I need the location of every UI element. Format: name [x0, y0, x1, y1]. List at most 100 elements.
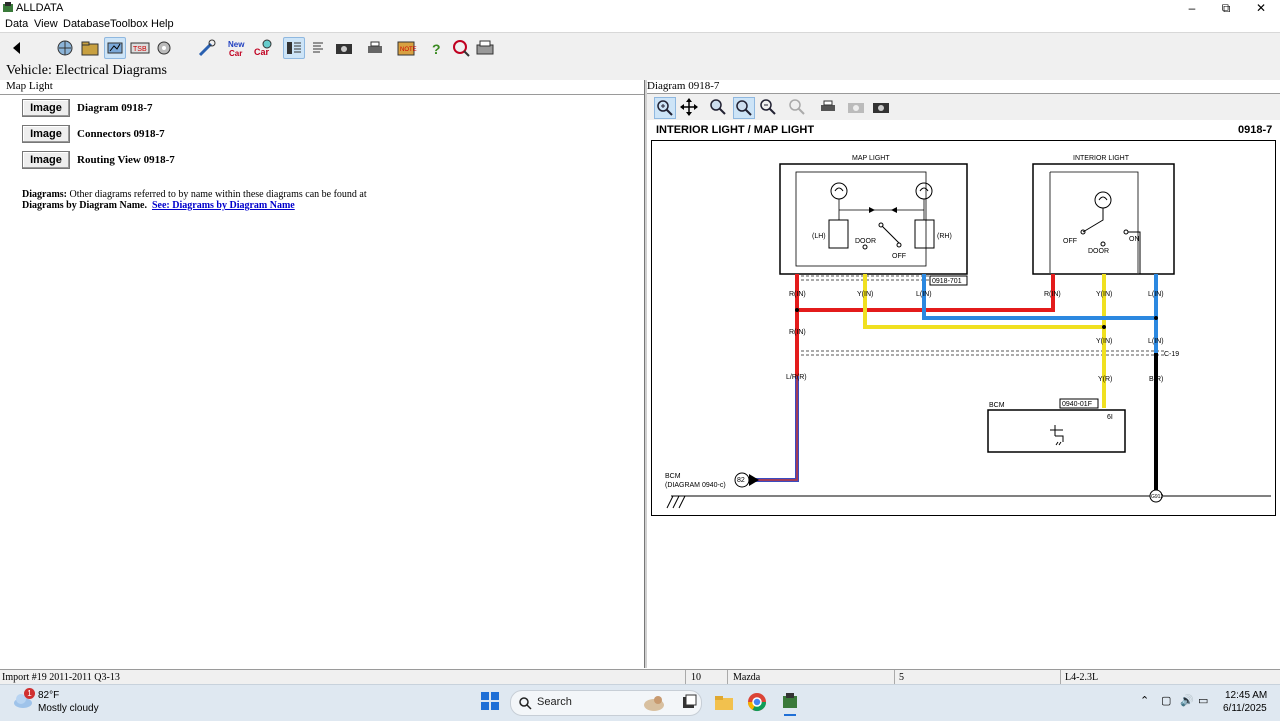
file-explorer-button[interactable] [714, 693, 734, 711]
parts-button[interactable] [154, 37, 176, 59]
zoom-out-disabled-icon [789, 99, 805, 115]
taskbar-search[interactable]: Search [510, 690, 702, 716]
wire-label-b-r: B(R) [1149, 376, 1163, 383]
folder-button[interactable] [79, 37, 101, 59]
camera-icon [336, 44, 352, 54]
zoom-100-button[interactable] [708, 97, 728, 117]
menu-toolbox[interactable]: Toolbox [110, 18, 148, 30]
wire-label-y-in-3: Y(IN) [1096, 338, 1112, 345]
printer-icon [368, 41, 382, 53]
copy-disabled-button[interactable] [846, 97, 866, 117]
print-button[interactable] [364, 37, 386, 59]
map-light-connector: 0918-701 [932, 278, 962, 285]
alldata-app-icon [783, 693, 797, 708]
wire-label-r-in-1: R(IN) [789, 291, 806, 298]
main-toolbar: TSB New Car Car NOTE ? [0, 32, 1280, 64]
zoom-in-icon [657, 100, 673, 116]
minimize-button[interactable]: – [1175, 0, 1209, 17]
status-number-2: 5 [899, 672, 904, 683]
image-button-routing[interactable]: Image [22, 151, 70, 169]
interior-off-label: OFF [1063, 238, 1077, 245]
bcm-box [987, 409, 1126, 453]
svg-text:TSB: TSB [133, 46, 147, 53]
item-label-connectors: Connectors 0918-7 [77, 128, 165, 140]
active-app-indicator [784, 714, 796, 716]
start-button[interactable] [481, 692, 499, 710]
door-label: DOOR [855, 238, 876, 245]
menu-help[interactable]: Help [151, 18, 174, 30]
fax-button[interactable] [474, 37, 496, 59]
car-service-icon: Car [254, 39, 272, 57]
diagram-print-button[interactable] [818, 97, 838, 117]
display-icon[interactable]: ▢ [1161, 694, 1171, 707]
wiring-diagram[interactable]: MAP LIGHT (LH) (RH) DOOR OFF 0918-701 IN… [651, 140, 1277, 518]
new-car-button[interactable]: New Car [227, 37, 249, 59]
page-title: Vehicle: Electrical Diagrams [6, 63, 167, 78]
map-light-label: MAP LIGHT [852, 155, 890, 162]
alldata-taskbar-button[interactable] [780, 692, 800, 712]
split-view-button[interactable] [283, 37, 305, 59]
search-icon [519, 697, 532, 710]
alldata-app-icon [2, 2, 14, 14]
camera-button[interactable] [333, 37, 355, 59]
search-tool-button[interactable] [450, 37, 472, 59]
diagrams-note: Diagrams: Other diagrams referred to by … [22, 189, 367, 211]
zoom-fit-button[interactable] [733, 97, 755, 119]
refresh-button[interactable] [54, 37, 76, 59]
interior-door-label: DOOR [1088, 248, 1109, 255]
close-icon: ✕ [1255, 1, 1267, 15]
see-diagrams-link[interactable]: See: Diagrams by Diagram Name [152, 200, 295, 211]
status-import: Import #19 2011-2011 Q3-13 [2, 672, 120, 683]
notes-button[interactable]: NOTE [395, 37, 417, 59]
image-button-connectors[interactable]: Image [22, 125, 70, 143]
speaker-icon[interactable]: 🔊 [1180, 694, 1194, 707]
snapshot-button[interactable] [871, 97, 891, 117]
zoom-out-button[interactable] [758, 97, 778, 117]
note-heading: Diagrams: [22, 189, 67, 200]
wire-label-r-in-2: R(IN) [1044, 291, 1061, 298]
inspect-button[interactable] [196, 37, 218, 59]
weather-desc: Mostly cloudy [38, 703, 99, 714]
camera-icon [873, 103, 889, 113]
wire-label-r-in-3: R(IN) [789, 329, 806, 336]
weather-widget[interactable]: 1 [12, 688, 35, 710]
close-button[interactable]: ✕ [1244, 0, 1278, 17]
text-view-button[interactable] [308, 37, 330, 59]
weather-badge: 1 [24, 688, 35, 699]
back-button[interactable] [6, 37, 28, 59]
image-button-diagram[interactable]: Image [22, 99, 70, 117]
menu-view[interactable]: View [34, 18, 58, 30]
car-service-button[interactable]: Car [252, 37, 274, 59]
clock-time[interactable]: 12:45 AM [1225, 690, 1267, 701]
restore-button[interactable]: ⧉ [1209, 0, 1243, 17]
task-view-button[interactable] [681, 694, 697, 710]
wire-label-l-in-3: L(IN) [1148, 338, 1164, 345]
menu-database[interactable]: Database [63, 18, 110, 30]
camera-disabled-icon [848, 103, 864, 113]
pin-82-label: 82 [737, 477, 745, 484]
help-button[interactable]: ? [426, 37, 448, 59]
menu-data[interactable]: Data [5, 18, 28, 30]
back-arrow-icon [13, 42, 20, 54]
wire-label-y-in-1: Y(IN) [857, 291, 873, 298]
pan-tool-button[interactable] [679, 97, 699, 117]
globe-refresh-icon [57, 40, 73, 56]
search-gear-icon [453, 40, 470, 57]
folder-icon [715, 696, 733, 710]
left-pane-caption: Map Light [6, 80, 53, 92]
tsb-button[interactable]: TSB [129, 37, 151, 59]
svg-text:NOTE: NOTE [400, 47, 417, 53]
chevron-up-icon[interactable]: ⌃ [1140, 694, 1149, 707]
diagram-number: 0918-7 [1238, 124, 1273, 136]
zoom-out-disabled-button[interactable] [787, 97, 807, 117]
clock-date[interactable]: 6/11/2025 [1223, 703, 1267, 714]
battery-icon[interactable]: ▭ [1198, 694, 1208, 707]
diagram-button[interactable] [104, 37, 126, 59]
vehicle-header: Vehicle: Electrical Diagrams [0, 62, 1280, 80]
bcm-diagram-ref: (DIAGRAM 0940-c) [665, 482, 726, 489]
item-label-routing: Routing View 0918-7 [77, 154, 175, 166]
wire-label-y-r: Y(R) [1098, 376, 1112, 383]
item-label-diagram: Diagram 0918-7 [77, 102, 153, 114]
zoom-in-tool-button[interactable] [654, 97, 676, 119]
chrome-button[interactable] [747, 692, 767, 712]
